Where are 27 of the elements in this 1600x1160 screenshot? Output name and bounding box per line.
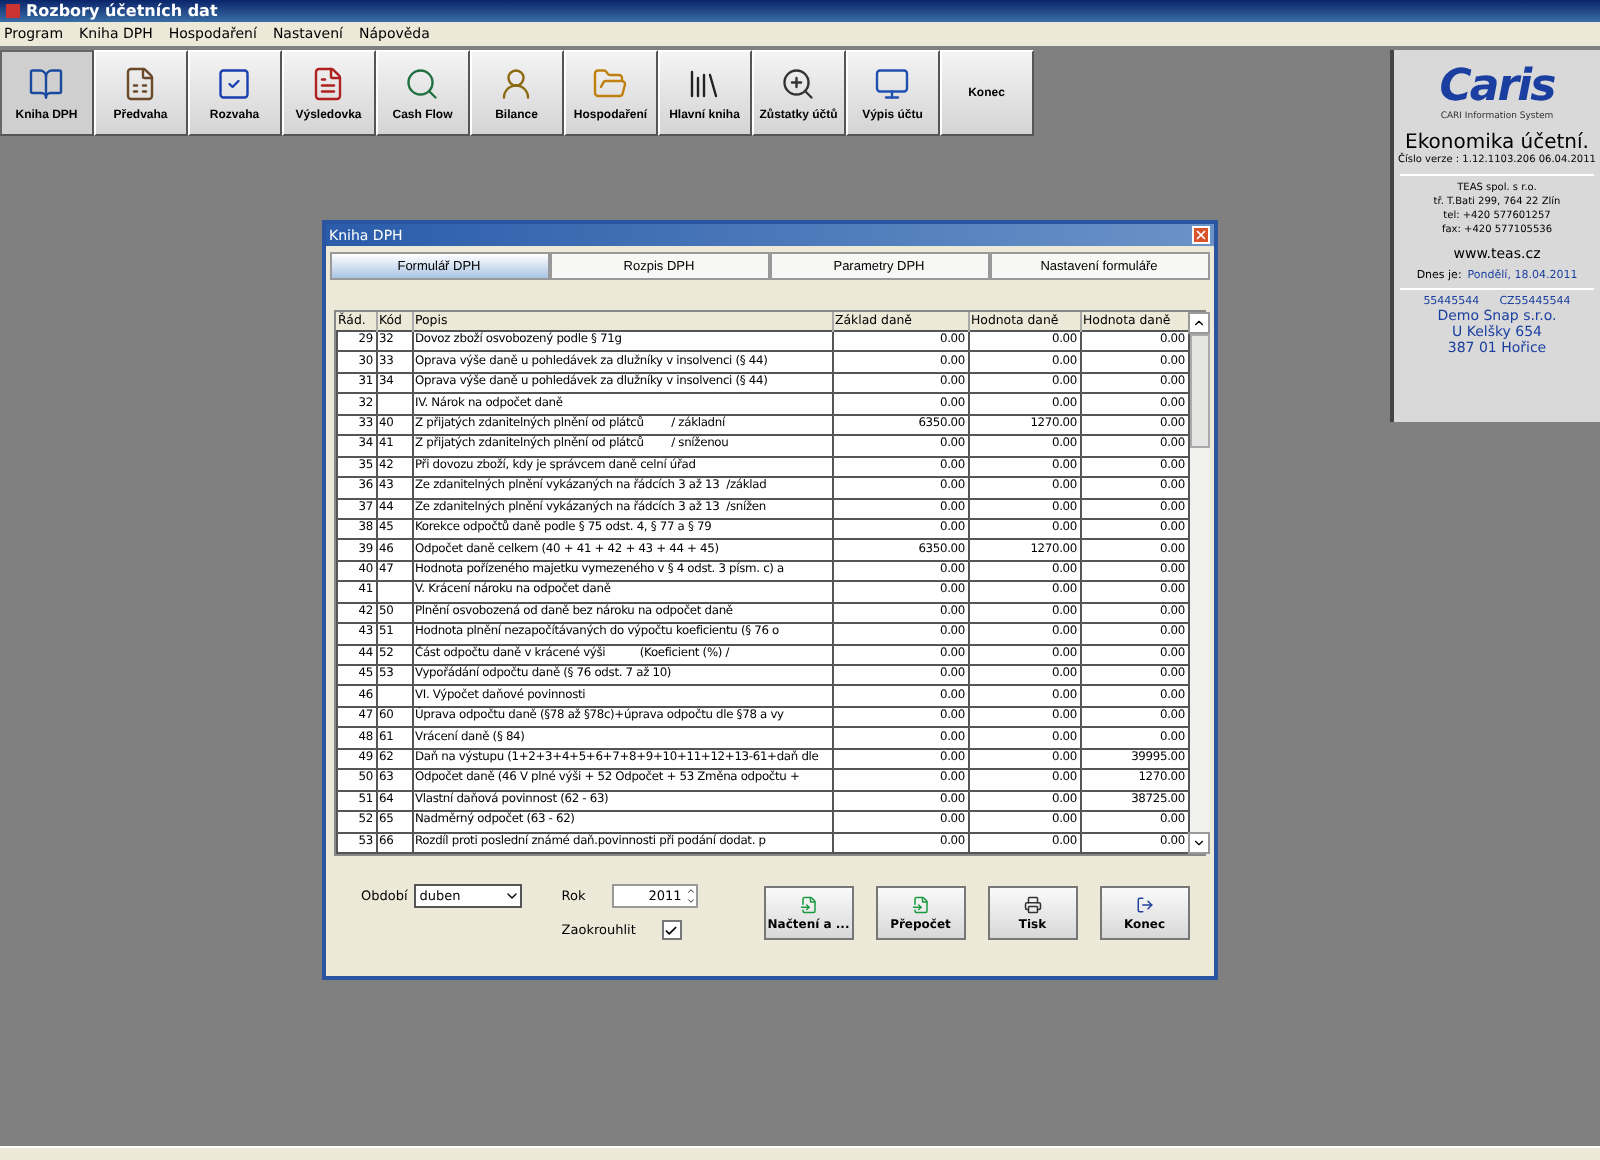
close-button[interactable] bbox=[1191, 226, 1209, 244]
checkbox-icon bbox=[216, 65, 253, 101]
monitor-icon bbox=[874, 65, 911, 101]
person-icon bbox=[498, 65, 535, 101]
caret-icon bbox=[503, 888, 520, 904]
exit-icon bbox=[1135, 895, 1154, 913]
product-name: Ekonomika účetní. bbox=[1405, 132, 1589, 154]
scroll-down-icon[interactable] bbox=[1192, 836, 1206, 850]
scroll-up-icon[interactable] bbox=[1192, 316, 1206, 330]
search-icon bbox=[404, 65, 441, 101]
import-icon bbox=[799, 895, 818, 913]
window-title: Rozbory účetních dat bbox=[0, 0, 1600, 22]
import-icon bbox=[911, 895, 930, 913]
book-icon bbox=[28, 65, 65, 101]
checkmark-icon bbox=[664, 923, 679, 937]
printer-icon bbox=[1023, 895, 1042, 913]
books-icon bbox=[686, 65, 723, 101]
document-icon bbox=[310, 65, 347, 101]
checkbox[interactable] bbox=[661, 920, 682, 940]
scroll-thumb[interactable] bbox=[1189, 334, 1209, 448]
scrollbar[interactable] bbox=[1189, 312, 1209, 854]
spreadsheet-icon bbox=[122, 65, 159, 101]
logo: Caris bbox=[1439, 62, 1555, 112]
spin-up-icon[interactable] bbox=[685, 886, 696, 896]
magnifier-icon bbox=[780, 65, 817, 101]
folder-icon bbox=[592, 65, 629, 101]
spin-down-icon[interactable] bbox=[685, 896, 696, 906]
